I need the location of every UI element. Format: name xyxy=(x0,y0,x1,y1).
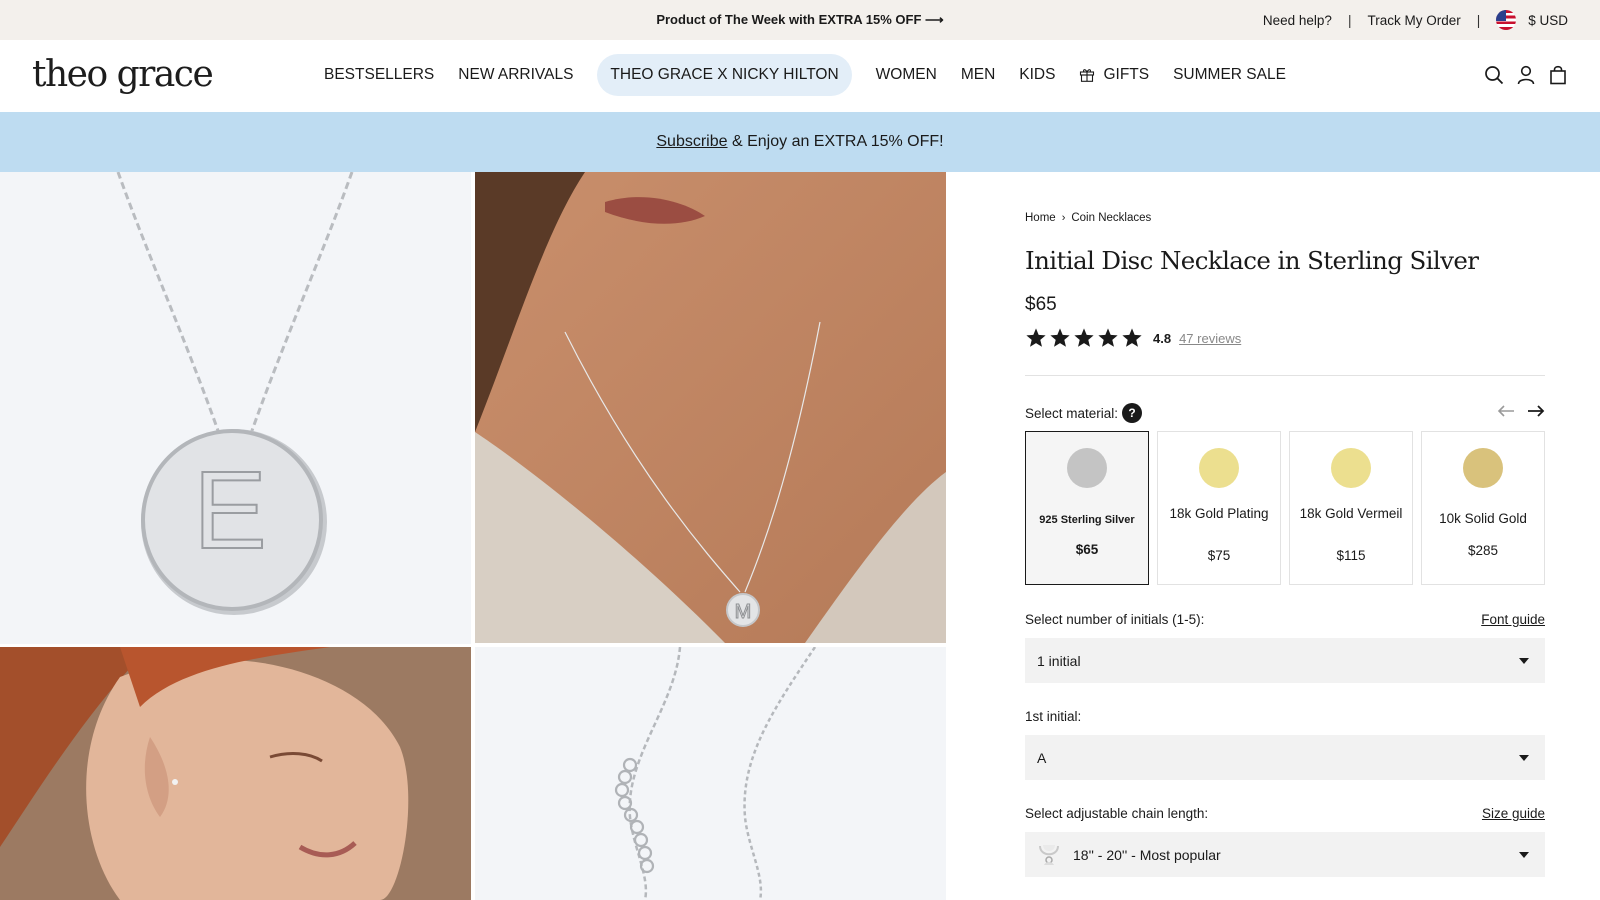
first-initial-label: 1st initial: xyxy=(1025,709,1082,724)
material-price: $115 xyxy=(1336,548,1366,563)
account-icon[interactable] xyxy=(1516,64,1536,86)
subscribe-banner: Subscribe & Enjoy an EXTRA 15% OFF! xyxy=(0,112,1600,172)
worn-disc-letter: M xyxy=(735,601,752,623)
help-icon[interactable]: ? xyxy=(1122,403,1143,423)
nav-label: SUMMER SALE xyxy=(1173,66,1286,83)
product-details: Home › Coin Necklaces Initial Disc Neckl… xyxy=(1025,172,1545,900)
nav-summer-sale[interactable]: SUMMER SALE xyxy=(1161,54,1298,96)
main-nav: BESTSELLERS NEW ARRIVALS THEO GRACE X NI… xyxy=(312,54,1298,96)
material-carousel-arrows xyxy=(1497,402,1545,420)
breadcrumb: Home › Coin Necklaces xyxy=(1025,212,1151,224)
material-option-sterling-silver[interactable]: 925 Sterling Silver $65 xyxy=(1025,431,1149,585)
subscribe-text: & Enjoy an EXTRA 15% OFF! xyxy=(727,133,944,150)
announcement-bar: Product of The Week with EXTRA 15% OFF ⟶… xyxy=(0,0,1600,40)
us-flag-icon[interactable] xyxy=(1496,10,1517,30)
logo[interactable]: theo grace xyxy=(32,54,214,95)
necklace-icon xyxy=(1039,844,1059,865)
star-icon xyxy=(1122,328,1142,347)
material-options: 925 Sterling Silver $65 18k Gold Plating… xyxy=(1025,431,1545,585)
divider: | xyxy=(1476,12,1481,28)
search-icon[interactable] xyxy=(1484,64,1504,86)
arrow-right-icon[interactable] xyxy=(1527,402,1545,420)
product-image-worn[interactable]: M xyxy=(475,172,946,643)
star-rating xyxy=(1025,327,1143,349)
material-price: $75 xyxy=(1207,548,1231,563)
nav-women[interactable]: WOMEN xyxy=(864,54,949,96)
track-order-link[interactable]: Track My Order xyxy=(1367,13,1460,28)
nav-bestsellers[interactable]: BESTSELLERS xyxy=(312,54,446,96)
nav-label: THEO GRACE X NICKY HILTON xyxy=(610,66,839,83)
star-icon xyxy=(1074,328,1094,347)
divider: | xyxy=(1347,12,1352,28)
chevron-right-icon: › xyxy=(1061,212,1066,224)
font-guide-link[interactable]: Font guide xyxy=(1481,612,1545,627)
first-initial-select[interactable]: A xyxy=(1025,735,1545,780)
nav-label: BESTSELLERS xyxy=(324,66,435,83)
material-price: $285 xyxy=(1467,543,1499,558)
nav-label: NEW ARRIVALS xyxy=(458,66,574,83)
nav-label: WOMEN xyxy=(875,66,937,83)
product-image-chain[interactable] xyxy=(475,647,946,900)
material-price: $65 xyxy=(1075,542,1099,557)
nav-label: GIFTS xyxy=(1103,66,1150,83)
star-icon xyxy=(1050,328,1070,347)
star-icon xyxy=(1026,328,1046,347)
material-swatch xyxy=(1463,448,1503,488)
product-image-model[interactable] xyxy=(0,647,471,900)
caret-down-icon xyxy=(1519,755,1529,761)
size-guide-link[interactable]: Size guide xyxy=(1482,806,1545,821)
breadcrumb-category[interactable]: Coin Necklaces xyxy=(1071,212,1151,224)
caret-down-icon xyxy=(1519,852,1529,858)
initials-count-label: Select number of initials (1-5): xyxy=(1025,612,1205,627)
initials-count-select[interactable]: 1 initial xyxy=(1025,638,1545,683)
nav-nicky-hilton[interactable]: THEO GRACE X NICKY HILTON xyxy=(597,54,852,96)
caret-down-icon xyxy=(1519,658,1529,664)
material-swatch xyxy=(1331,448,1371,488)
material-name: 18k Gold Vermeil xyxy=(1299,506,1403,521)
nav-label: KIDS xyxy=(1019,66,1056,83)
disc-letter: E xyxy=(193,449,266,572)
subscribe-link[interactable]: Subscribe xyxy=(656,133,727,150)
header-actions xyxy=(1484,64,1568,86)
rating-score: 4.8 xyxy=(1153,330,1172,346)
bag-icon[interactable] xyxy=(1548,64,1568,86)
material-swatch xyxy=(1067,448,1107,488)
product-price: $65 xyxy=(1025,294,1057,315)
material-option-solid-gold[interactable]: 10k Solid Gold $285 xyxy=(1421,431,1545,585)
utility-links: Need help? | Track My Order | $ USD xyxy=(1263,0,1568,40)
material-label: Select material: ? xyxy=(1025,403,1143,423)
material-option-gold-vermeil[interactable]: 18k Gold Vermeil $115 xyxy=(1289,431,1413,585)
nav-gifts[interactable]: GIFTS xyxy=(1067,54,1161,96)
reviews-link[interactable]: 47 reviews xyxy=(1179,331,1241,346)
material-name: 925 Sterling Silver xyxy=(1039,514,1135,526)
nav-men[interactable]: MEN xyxy=(949,54,1007,96)
chain-length-select[interactable]: 18'' - 20'' - Most popular xyxy=(1025,832,1545,877)
star-icon xyxy=(1098,328,1118,347)
select-value: A xyxy=(1037,749,1047,766)
arrow-left-icon[interactable] xyxy=(1497,402,1515,420)
select-value: 18'' - 20'' - Most popular xyxy=(1073,846,1221,863)
need-help-link[interactable]: Need help? xyxy=(1263,13,1332,28)
chain-length-label: Select adjustable chain length: xyxy=(1025,806,1209,821)
material-swatch xyxy=(1199,448,1239,488)
site-header: theo grace BESTSELLERS NEW ARRIVALS THEO… xyxy=(0,40,1600,112)
nav-new-arrivals[interactable]: NEW ARRIVALS xyxy=(446,54,585,96)
select-value: 1 initial xyxy=(1037,652,1081,669)
product-rating: 4.8 47 reviews xyxy=(1025,327,1241,349)
product-image-disc[interactable]: E xyxy=(0,172,471,644)
promo-link[interactable]: Product of The Week with EXTRA 15% OFF ⟶ xyxy=(656,12,943,27)
nav-label: MEN xyxy=(960,66,996,83)
material-label-text: Select material: xyxy=(1025,405,1119,421)
currency-selector[interactable]: $ USD xyxy=(1528,13,1568,28)
material-name: 18k Gold Plating xyxy=(1169,506,1269,521)
nav-kids[interactable]: KIDS xyxy=(1007,54,1067,96)
product-gallery: E M xyxy=(0,172,946,900)
divider xyxy=(1025,375,1545,376)
gift-icon xyxy=(1080,69,1095,82)
breadcrumb-home[interactable]: Home xyxy=(1025,212,1056,224)
product-title: Initial Disc Necklace in Sterling Silver xyxy=(1025,246,1479,275)
material-option-gold-plating[interactable]: 18k Gold Plating $75 xyxy=(1157,431,1281,585)
material-name: 10k Solid Gold xyxy=(1439,511,1527,526)
